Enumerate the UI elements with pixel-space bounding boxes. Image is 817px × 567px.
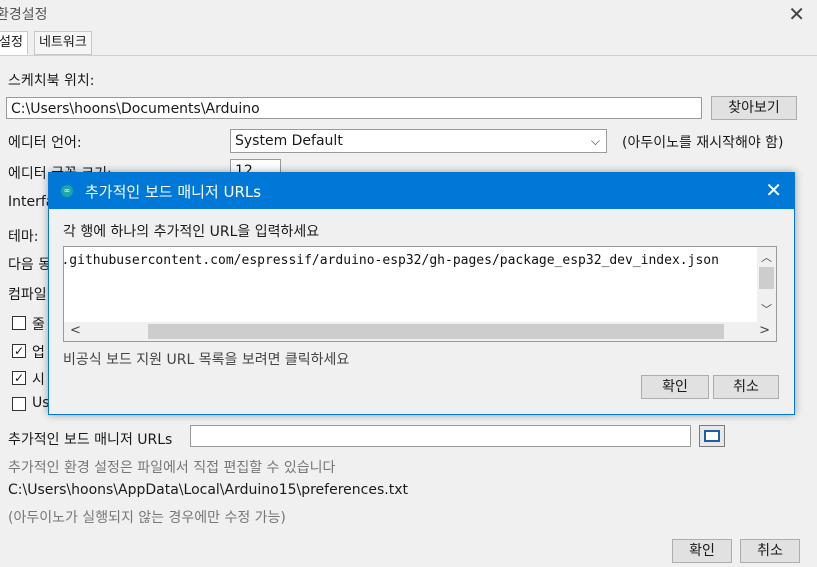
scroll-left-icon[interactable]: < [70,323,81,338]
dialog-ok-button[interactable]: 확인 [641,375,709,399]
board-urls-dialog: ∞ 추가적인 보드 매니저 URLs ✕ 각 행에 하나의 추가적인 URL을 … [48,172,795,415]
scroll-up-icon[interactable]: ︿ [761,249,772,265]
scroll-right-icon[interactable]: > [759,323,770,338]
tab-settings[interactable]: 설정 [0,31,28,55]
edit-file-note: 추가적인 환경 설정은 파일에서 직접 편집할 수 있습니다 [8,460,336,476]
editor-language-label: 에디터 언어: [8,135,82,151]
unofficial-boards-link[interactable]: 비공식 보드 지원 URL 목록을 보려면 클릭하세요 [63,349,349,369]
horizontal-scrollbar[interactable]: < > [64,322,776,341]
dialog-close-icon[interactable]: ✕ [765,178,782,202]
arduino-icon: ∞ [61,185,73,197]
editor-language-value: System Default [235,133,343,149]
dialog-title-bar: ∞ 추가적인 보드 매니저 URLs ✕ [49,173,794,209]
theme-label: 테마: [8,229,39,245]
window-icon[interactable] [699,425,725,447]
horizontal-scroll-thumb[interactable] [148,324,724,339]
compiler-label: 컴파일 [8,287,47,303]
checkbox-label-4: Us [32,395,50,411]
sketchbook-label: 스케치북 위치: [8,73,95,89]
preferences-path[interactable]: C:\Users\hoons\AppData\Local\Arduino15\p… [8,482,408,498]
urls-text: raw.githubusercontent.com/espressif/ardu… [63,253,719,268]
vertical-scroll-thumb[interactable] [759,267,774,289]
tab-network[interactable]: 네트워크 [34,31,92,55]
checkbox-use[interactable] [12,397,26,411]
editing-note: (아두이노가 실행되지 않는 경우에만 수정 가능) [8,510,286,526]
checkbox-label-1: 줄 [32,317,45,333]
checkbox-line-numbers[interactable] [12,316,26,330]
dialog-cancel-button[interactable]: 취소 [713,375,779,399]
browse-button[interactable]: 찾아보기 [711,96,797,120]
scroll-down-icon[interactable]: ﹀ [761,301,772,317]
checkbox-update[interactable]: ✓ [12,344,26,358]
dialog-title: 추가적인 보드 매니저 URLs [85,183,262,201]
close-icon[interactable]: ✕ [788,2,805,26]
checkbox-label-3: 시 [32,372,45,388]
ok-button[interactable]: 확인 [672,539,732,563]
sketchbook-path-input[interactable]: C:\Users\hoons\Documents\Arduino [6,97,702,119]
checkbox-label-2: 업 [32,345,45,361]
editor-language-select[interactable]: System Default ⌵ [230,129,607,153]
cancel-button[interactable]: 취소 [740,539,800,563]
checkbox-startup[interactable]: ✓ [12,371,26,385]
board-urls-input[interactable] [190,425,691,447]
board-urls-label: 추가적인 보드 매니저 URLs [8,432,173,448]
show-output-label: 다음 동 [8,257,52,273]
restart-note: (아두이노를 재시작해야 함) [622,135,784,151]
urls-textarea[interactable]: raw.githubusercontent.com/espressif/ardu… [63,246,777,342]
tab-bar: 설정 네트워크 [0,31,817,56]
vertical-scrollbar[interactable]: ︿ ﹀ [757,247,776,323]
chevron-down-icon: ⌵ [590,134,600,148]
window-title: 환경설정 [0,7,48,23]
dialog-instruction: 각 행에 하나의 추가적인 URL을 입력하세요 [63,224,320,240]
